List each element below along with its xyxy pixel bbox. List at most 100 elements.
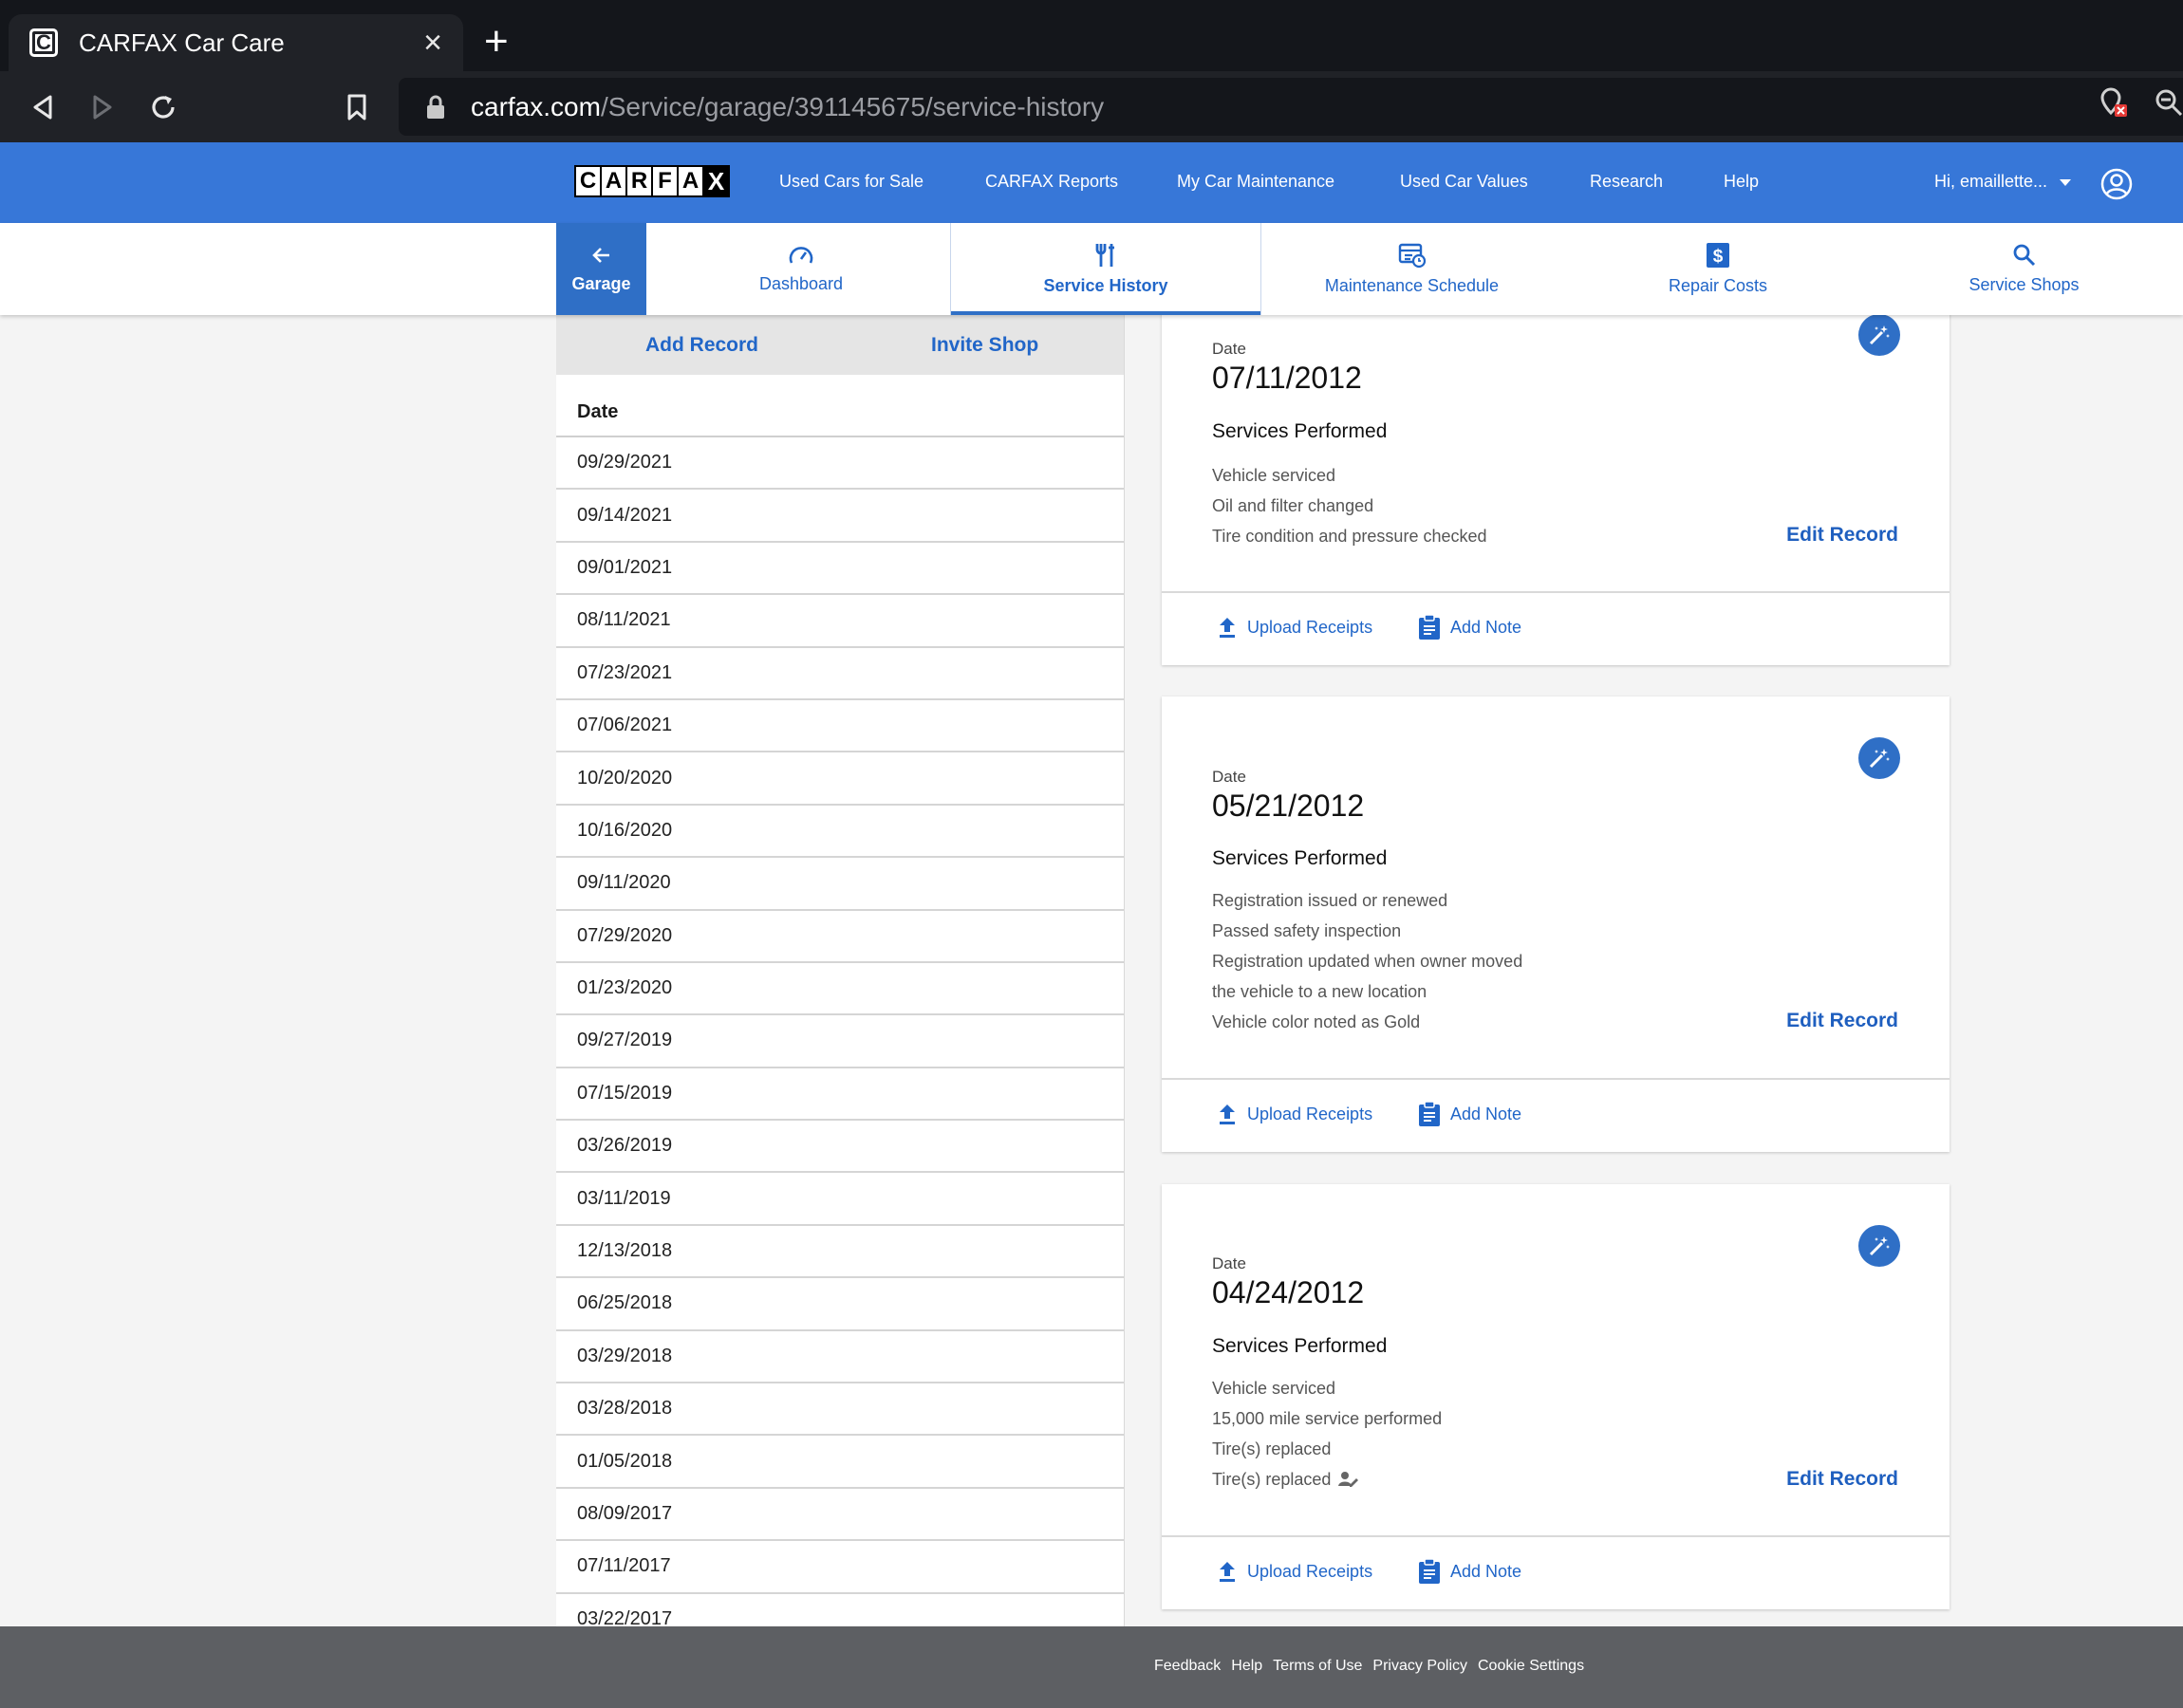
date-list-item[interactable]: 07/29/2020 (556, 911, 1124, 963)
upload-receipts-label: Upload Receipts (1247, 1104, 1373, 1123)
date-list-item[interactable]: 10/20/2020 (556, 752, 1124, 806)
date-list-item[interactable]: 06/25/2018 (556, 1278, 1124, 1331)
add-note-label: Add Note (1450, 617, 1522, 637)
browser-tab-bar: C CARFAX Car Care × + (0, 0, 2183, 71)
service-item: Tire(s) replaced (1212, 1470, 1332, 1489)
close-tab-icon[interactable]: × (423, 27, 442, 59)
tab-service-shops[interactable]: Service Shops (1946, 223, 2102, 315)
service-item: 15,000 mile service performed (1212, 1409, 1443, 1428)
tab-label: Service Shops (1968, 275, 2080, 294)
tab-maintenance-schedule[interactable]: Maintenance Schedule (1305, 223, 1519, 315)
date-list-item[interactable]: 09/14/2021 (556, 490, 1124, 543)
date-list-item[interactable]: 03/26/2019 (556, 1121, 1124, 1174)
upload-receipts-button[interactable]: Upload Receipts (1217, 616, 1372, 639)
date-list-item[interactable]: 07/06/2021 (556, 700, 1124, 753)
footer-link-privacy-policy[interactable]: Privacy Policy (1372, 1658, 1467, 1675)
upload-receipts-button[interactable]: Upload Receipts (1217, 1103, 1372, 1125)
browser-toolbar: carfax.com/Service/garage/391145675/serv… (0, 71, 2183, 142)
date-list-item[interactable]: 10/16/2020 (556, 806, 1124, 859)
date-list-item[interactable]: 07/11/2017 (556, 1541, 1124, 1594)
nav-my-car-maintenance[interactable]: My Car Maintenance (1177, 172, 1334, 192)
carfax-favicon-icon: C (29, 28, 58, 57)
upload-icon (1220, 1105, 1235, 1124)
tab-repair-costs[interactable]: $ Repair Costs (1642, 223, 1794, 315)
footer-link-feedback[interactable]: Feedback (1154, 1658, 1221, 1675)
tab-label: Service History (1043, 276, 1168, 295)
edit-record-button[interactable]: Edit Record (1786, 524, 1898, 547)
service-record-card: Date 05/21/2012 Services Performed Regis… (1162, 696, 1950, 1152)
service-item: Tire condition and pressure checked (1212, 527, 1487, 546)
footer-link-cookie-settings[interactable]: Cookie Settings (1478, 1658, 1584, 1675)
user-menu[interactable]: Hi, emaillette... (1934, 172, 2047, 192)
nav-research[interactable]: Research (1590, 172, 1663, 192)
date-list-item[interactable]: 08/11/2021 (556, 595, 1124, 648)
browser-tab[interactable]: C CARFAX Car Care × (9, 14, 463, 71)
service-record-card: Date 04/24/2012 Services Performed Vehic… (1162, 1184, 1950, 1609)
nav-used-car-values[interactable]: Used Car Values (1400, 172, 1528, 192)
add-note-button[interactable]: Add Note (1418, 614, 1521, 640)
page-footer: Feedback Help Terms of Use Privacy Polic… (0, 1626, 2183, 1708)
dollar-icon: $ (1707, 243, 1729, 268)
zoom-out-icon[interactable] (2155, 87, 2183, 118)
account-icon[interactable] (2100, 168, 2133, 200)
tab-service-history[interactable]: Service History (950, 223, 1261, 315)
logo-letter: C (576, 167, 600, 195)
add-note-button[interactable]: Add Note (1418, 1101, 1521, 1127)
back-icon[interactable] (24, 88, 62, 126)
upload-receipts-button[interactable]: Upload Receipts (1217, 1560, 1372, 1583)
date-list-item[interactable]: 12/13/2018 (556, 1226, 1124, 1279)
date-list-item[interactable]: 09/29/2021 (556, 437, 1124, 491)
date-list-item[interactable]: 03/22/2017 (556, 1594, 1124, 1626)
magic-wand-icon[interactable] (1858, 314, 1900, 356)
nav-carfax-reports[interactable]: CARFAX Reports (985, 172, 1118, 192)
carfax-logo[interactable]: C A R F A X (574, 165, 730, 197)
address-bar[interactable]: carfax.com/Service/garage/391145675/serv… (399, 78, 2183, 136)
card-date: 07/11/2012 (1212, 361, 1362, 395)
site-header: C A R F A X Used Cars for Sale CARFAX Re… (0, 142, 2183, 223)
magic-wand-icon[interactable] (1858, 1225, 1900, 1267)
service-item: Oil and filter changed (1212, 496, 1374, 515)
upload-receipts-label: Upload Receipts (1247, 617, 1373, 637)
location-blocked-icon[interactable] (2099, 87, 2128, 118)
edit-record-button[interactable]: Edit Record (1786, 1010, 1898, 1032)
date-list-item[interactable]: 03/28/2018 (556, 1383, 1124, 1437)
edit-record-button[interactable]: Edit Record (1786, 1468, 1898, 1491)
new-tab-icon[interactable]: + (484, 21, 509, 63)
footer-link-help[interactable]: Help (1231, 1658, 1262, 1675)
reload-icon[interactable] (144, 88, 182, 126)
date-list-item[interactable]: 03/11/2019 (556, 1173, 1124, 1226)
footer-link-terms-of-use[interactable]: Terms of Use (1273, 1658, 1362, 1675)
date-list-item[interactable]: 09/27/2019 (556, 1015, 1124, 1068)
upload-icon (1220, 1562, 1235, 1582)
date-list-item[interactable]: 01/05/2018 (556, 1436, 1124, 1489)
nav-help[interactable]: Help (1724, 172, 1759, 192)
date-list-item[interactable]: 03/29/2018 (556, 1331, 1124, 1384)
lock-icon (427, 95, 444, 119)
logo-letter: X (704, 167, 728, 195)
date-list-item[interactable]: 07/23/2021 (556, 648, 1124, 700)
date-list: 09/29/2021 09/14/2021 09/01/2021 08/11/2… (556, 437, 1124, 1626)
magic-wand-icon[interactable] (1858, 737, 1900, 779)
add-note-button[interactable]: Add Note (1418, 1558, 1521, 1585)
add-record-button[interactable]: Add Record (645, 334, 758, 357)
tab-title: CARFAX Car Care (79, 28, 285, 57)
date-list-item[interactable]: 08/09/2017 (556, 1489, 1124, 1542)
bookmark-icon[interactable] (338, 88, 376, 126)
date-list-item[interactable]: 01/23/2020 (556, 963, 1124, 1016)
card-footer: Upload Receipts Add Note (1162, 1535, 1950, 1607)
tab-garage[interactable]: Garage (556, 223, 646, 315)
forward-icon[interactable] (84, 88, 121, 126)
garage-subnav: Garage Dashboard Service History Mainten… (0, 223, 2183, 315)
arrow-left-icon (591, 248, 609, 263)
invite-shop-button[interactable]: Invite Shop (931, 334, 1038, 357)
date-list-item[interactable]: 07/15/2019 (556, 1068, 1124, 1122)
logo-letter: A (602, 167, 625, 195)
date-list-item[interactable]: 09/01/2021 (556, 543, 1124, 596)
chevron-down-icon[interactable] (2060, 179, 2071, 186)
tab-label: Dashboard (758, 274, 844, 293)
user-edit-icon (1338, 1472, 1359, 1487)
nav-used-cars-for-sale[interactable]: Used Cars for Sale (779, 172, 924, 192)
logo-letter: A (679, 167, 702, 195)
tab-dashboard[interactable]: Dashboard (721, 223, 881, 315)
date-list-item[interactable]: 09/11/2020 (556, 858, 1124, 911)
